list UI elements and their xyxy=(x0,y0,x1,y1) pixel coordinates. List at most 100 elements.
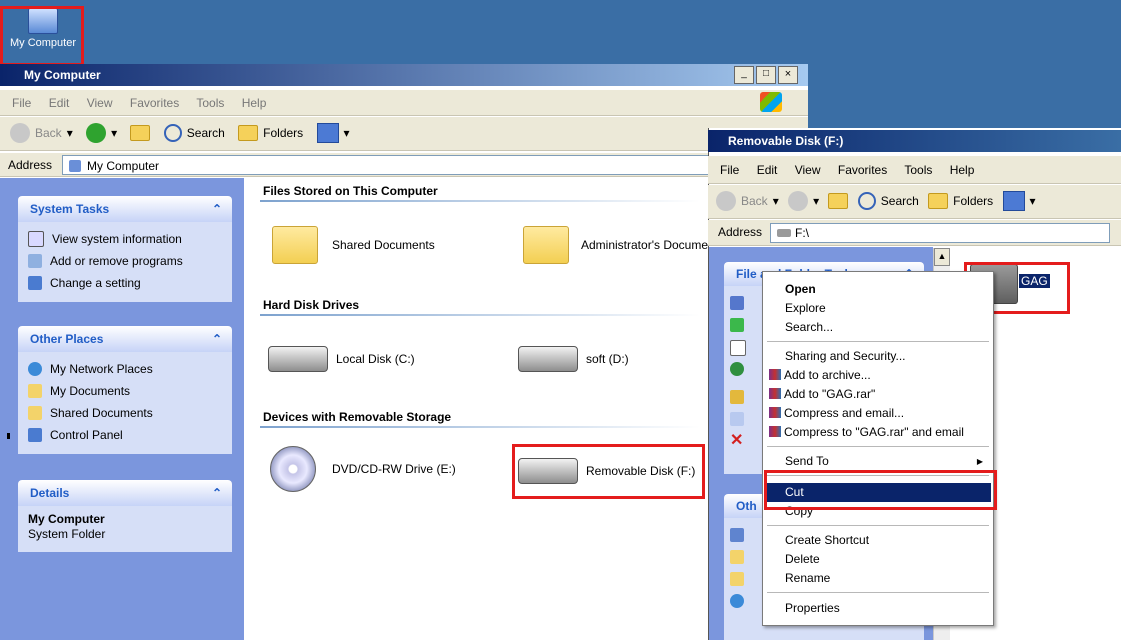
window-title: My Computer xyxy=(24,68,101,82)
address-bar: Address F:\ xyxy=(708,220,1121,246)
menu-edit[interactable]: Edit xyxy=(49,96,70,110)
details-type: System Folder xyxy=(28,527,106,541)
control-panel-icon xyxy=(28,428,42,442)
section-removable-storage: Devices with Removable Storage xyxy=(263,410,452,424)
section-divider xyxy=(260,200,700,202)
menu-tools[interactable]: Tools xyxy=(904,163,932,177)
search-button[interactable]: Search xyxy=(163,124,225,142)
place-my-documents[interactable]: My Documents xyxy=(28,380,222,402)
task-icon xyxy=(730,318,744,332)
menu-help[interactable]: Help xyxy=(242,96,267,110)
details-header[interactable]: Details ⌃ xyxy=(18,480,232,506)
menu-explore[interactable]: Explore xyxy=(765,299,991,318)
winrar-icon xyxy=(769,426,781,437)
annotation-box xyxy=(512,444,705,499)
annotation-box xyxy=(764,470,997,510)
menu-add-to-gag-rar[interactable]: Add to "GAG.rar" xyxy=(765,385,991,404)
window-title: Removable Disk (F:) xyxy=(728,134,844,148)
menu-view[interactable]: View xyxy=(795,163,821,177)
menu-send-to[interactable]: Send To ▶ xyxy=(765,452,991,471)
close-button[interactable]: × xyxy=(778,66,798,84)
item-local-disk-c[interactable]: Local Disk (C:) xyxy=(268,346,415,372)
task-icon xyxy=(730,412,744,426)
item-shared-documents[interactable]: Shared Documents xyxy=(272,226,435,264)
submenu-arrow-icon: ▶ xyxy=(976,457,983,466)
computer-icon xyxy=(730,528,744,542)
forward-button[interactable]: ▾ xyxy=(788,191,819,211)
annotation-box xyxy=(0,6,84,66)
place-control-panel[interactable]: Control Panel xyxy=(28,424,222,446)
menu-file[interactable]: File xyxy=(12,96,31,110)
menu-open[interactable]: Open xyxy=(765,280,991,299)
address-input[interactable]: My Computer xyxy=(62,155,722,175)
folders-button[interactable]: Folders xyxy=(238,125,303,141)
folder-icon xyxy=(523,226,569,264)
menu-search[interactable]: Search... xyxy=(765,318,991,337)
menu-bar: File Edit View Favorites Tools Help xyxy=(708,156,1121,184)
menu-file[interactable]: File xyxy=(720,163,739,177)
forward-button[interactable]: ▾ xyxy=(86,123,117,143)
scroll-up-arrow[interactable]: ▲ xyxy=(934,248,950,266)
menu-favorites[interactable]: Favorites xyxy=(838,163,887,177)
menu-help[interactable]: Help xyxy=(950,163,975,177)
item-dvd-e[interactable]: DVD/CD-RW Drive (E:) xyxy=(270,446,456,492)
control-panel-icon xyxy=(28,276,42,290)
up-button[interactable] xyxy=(130,125,151,141)
menu-properties[interactable]: Properties xyxy=(765,599,991,618)
task-change-setting[interactable]: Change a setting xyxy=(28,272,222,294)
collapse-icon[interactable]: ⌃ xyxy=(212,480,222,506)
folders-button[interactable]: Folders xyxy=(928,193,993,209)
menu-delete[interactable]: Delete xyxy=(765,550,991,569)
views-button[interactable]: ▾ xyxy=(1002,191,1036,211)
window-controls: _ □ × xyxy=(734,66,798,84)
task-add-remove-programs[interactable]: Add or remove programs xyxy=(28,250,222,272)
section-hard-disk-drives: Hard Disk Drives xyxy=(263,298,360,312)
menu-favorites[interactable]: Favorites xyxy=(130,96,179,110)
network-icon xyxy=(730,594,744,608)
up-button[interactable] xyxy=(828,193,849,209)
back-button[interactable]: Back ▾ xyxy=(10,123,73,143)
details-name: My Computer xyxy=(28,512,105,526)
search-icon xyxy=(163,124,182,142)
menu-create-shortcut[interactable]: Create Shortcut xyxy=(765,531,991,550)
task-icon xyxy=(730,362,744,376)
back-button[interactable]: Back ▾ xyxy=(716,191,779,211)
maximize-button[interactable]: □ xyxy=(756,66,776,84)
address-input[interactable]: F:\ xyxy=(770,223,1110,243)
menu-rename[interactable]: Rename xyxy=(765,569,991,588)
menu-tools[interactable]: Tools xyxy=(196,96,224,110)
toolbar: Back ▾ ▾ Search Folders ▾ xyxy=(0,117,808,151)
menu-compress-email[interactable]: Compress and email... xyxy=(765,404,991,423)
collapse-icon[interactable]: ⌃ xyxy=(212,326,222,352)
other-places-header[interactable]: Other Places ⌃ xyxy=(18,326,232,352)
address-label: Address xyxy=(8,158,53,172)
views-button[interactable]: ▾ xyxy=(316,123,350,143)
back-arrow-icon xyxy=(716,191,736,211)
menu-sharing-security[interactable]: Sharing and Security... xyxy=(765,347,991,366)
section-divider xyxy=(260,426,700,428)
task-view-system-info[interactable]: View system information xyxy=(28,228,222,250)
up-folder-icon xyxy=(828,193,849,209)
menu-compress-gag-email[interactable]: Compress to "GAG.rar" and email xyxy=(765,423,991,442)
place-network[interactable]: My Network Places xyxy=(28,358,222,380)
shared-drive-icon xyxy=(518,346,578,372)
menu-edit[interactable]: Edit xyxy=(757,163,778,177)
search-icon xyxy=(857,192,876,210)
menu-separator xyxy=(767,525,989,526)
removable-titlebar[interactable]: Removable Disk (F:) xyxy=(708,130,1121,152)
minimize-button[interactable]: _ xyxy=(734,66,754,84)
main-titlebar[interactable]: My Computer xyxy=(0,64,808,86)
folders-icon xyxy=(238,125,259,141)
menu-add-to-archive[interactable]: Add to archive... xyxy=(765,366,991,385)
desktop xyxy=(808,0,1121,128)
item-administrator-documents[interactable]: Administrator's Docume xyxy=(523,226,708,264)
collapse-icon[interactable]: ⌃ xyxy=(212,196,222,222)
system-tasks-header[interactable]: System Tasks ⌃ xyxy=(18,196,232,222)
search-button[interactable]: Search xyxy=(857,192,919,210)
item-soft-d[interactable]: soft (D:) xyxy=(518,346,629,372)
folders-icon xyxy=(928,193,949,209)
place-shared-documents[interactable]: Shared Documents xyxy=(28,402,222,424)
back-arrow-icon xyxy=(10,123,30,143)
computer-icon xyxy=(69,160,81,172)
menu-view[interactable]: View xyxy=(87,96,113,110)
